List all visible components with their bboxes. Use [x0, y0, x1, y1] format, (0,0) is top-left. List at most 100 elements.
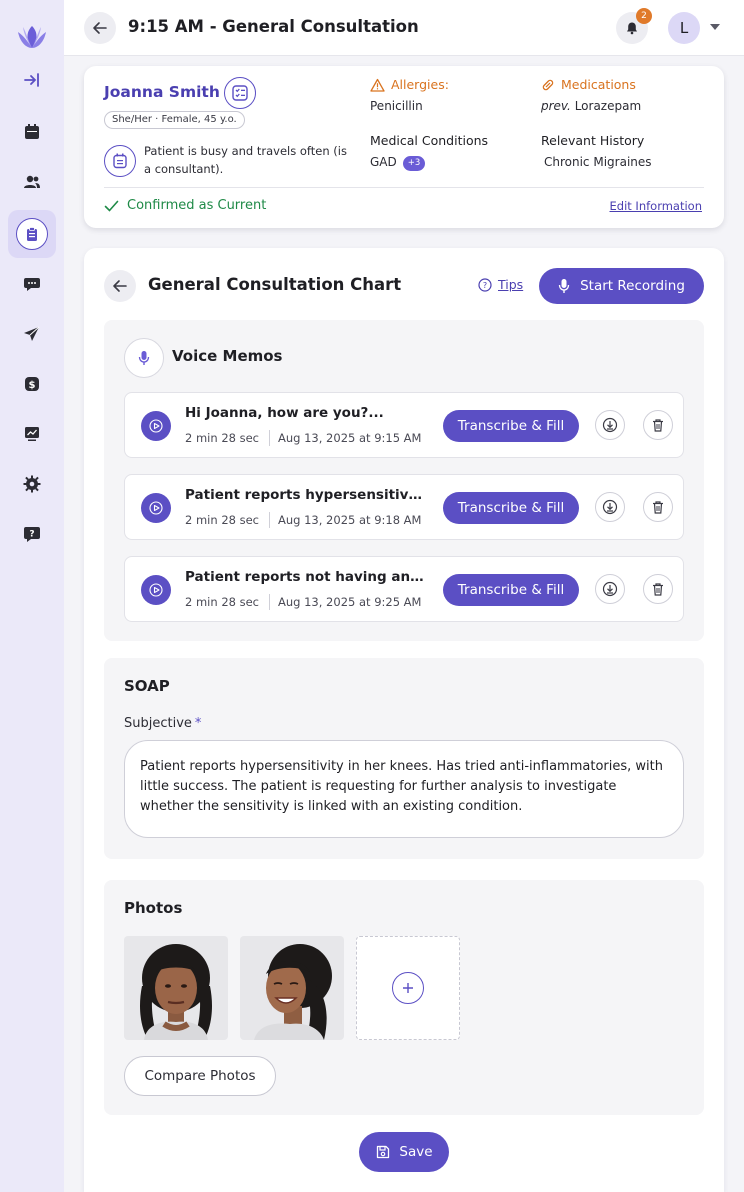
chart-icon	[25, 427, 39, 441]
sidebar-item-help[interactable]: ?	[8, 510, 56, 558]
history-label: Relevant History	[541, 133, 645, 148]
tips-link[interactable]: ? Tips	[478, 277, 523, 292]
meta-divider	[269, 512, 270, 528]
memo-duration: 2 min 28 sec	[185, 513, 259, 527]
allergies-value: Penicillin	[370, 99, 423, 113]
download-icon	[602, 417, 618, 433]
top-header: 9:15 AM - General Consultation 2 L	[64, 0, 744, 56]
svg-text:?: ?	[29, 530, 34, 540]
confirmed-status: Confirmed as Current	[104, 198, 266, 213]
add-photo-button[interactable]	[356, 936, 460, 1040]
chart-back-button[interactable]	[104, 270, 136, 302]
delete-button[interactable]	[643, 492, 673, 522]
patient-photo-side[interactable]	[240, 936, 344, 1040]
memo-date: Aug 13, 2025 at 9:25 AM	[278, 595, 422, 609]
sidebar-item-settings[interactable]	[8, 460, 56, 508]
paper-plane-icon	[24, 326, 40, 341]
calendar-icon	[25, 124, 39, 139]
bell-icon	[627, 22, 637, 35]
medications-name: Lorazepam	[574, 99, 642, 113]
delete-button[interactable]	[643, 574, 673, 604]
photos-section: Photos Compare Photos	[104, 880, 704, 1115]
memo-duration: 2 min 28 sec	[185, 595, 259, 609]
memo-meta: 2 min 28 sec Aug 13, 2025 at 9:18 AM	[185, 512, 421, 528]
memo-meta: 2 min 28 sec Aug 13, 2025 at 9:15 AM	[185, 430, 421, 446]
compare-photos-button[interactable]: Compare Photos	[124, 1056, 276, 1096]
tips-label: Tips	[498, 277, 524, 292]
memo-date: Aug 13, 2025 at 9:15 AM	[278, 431, 422, 445]
subjective-textarea[interactable]: Patient reports hypersensitivity in her …	[124, 740, 684, 838]
checkmark-icon	[104, 200, 119, 212]
play-button[interactable]	[141, 575, 171, 605]
trash-icon	[653, 419, 663, 432]
voice-memo-item: Patient reports hypersensitivity in her …	[124, 474, 684, 540]
medications-prefix: prev.	[541, 99, 571, 113]
chat-icon	[24, 278, 40, 291]
subjective-label-text: Subjective	[124, 716, 192, 731]
help-icon: ?	[24, 527, 40, 542]
sidebar-item-patients[interactable]	[8, 158, 56, 206]
medications-value: prev. Lorazepam	[541, 99, 641, 113]
microphone-icon	[558, 279, 570, 293]
voice-memo-item: Patient reports not having any... 2 min …	[124, 556, 684, 622]
floppy-disk-icon	[377, 1145, 390, 1159]
lotus-logo	[18, 26, 46, 48]
pill-icon	[542, 79, 554, 90]
download-icon	[602, 499, 618, 515]
edit-information-link[interactable]: Edit Information	[610, 199, 703, 213]
sidebar-item-collapse[interactable]	[8, 56, 56, 104]
play-button[interactable]	[141, 411, 171, 441]
voice-memo-item: Hi Joanna, how are you?... 2 min 28 sec …	[124, 392, 684, 458]
sidebar-item-messages[interactable]	[8, 260, 56, 308]
clipboard-icon	[27, 227, 37, 241]
memo-date: Aug 13, 2025 at 9:18 AM	[278, 513, 422, 527]
voice-memos-title: Voice Memos	[172, 347, 283, 365]
sidebar-item-calendar[interactable]	[8, 108, 56, 156]
download-button[interactable]	[595, 574, 625, 604]
conditions-label: Medical Conditions	[370, 133, 489, 148]
back-button[interactable]	[84, 12, 116, 44]
consultation-chart-panel: General Consultation Chart ? Tips Start …	[84, 248, 724, 1192]
download-button[interactable]	[595, 410, 625, 440]
play-button[interactable]	[141, 493, 171, 523]
chevron-down-icon[interactable]	[710, 24, 720, 30]
delete-button[interactable]	[643, 410, 673, 440]
sidebar-item-charts[interactable]	[8, 210, 56, 258]
play-icon	[149, 583, 163, 597]
play-icon	[149, 501, 163, 515]
svg-text:?: ?	[483, 281, 487, 290]
transcribe-fill-button[interactable]: Transcribe & Fill	[443, 574, 579, 606]
transcribe-fill-button[interactable]: Transcribe & Fill	[443, 492, 579, 524]
chart-title: General Consultation Chart	[148, 275, 402, 294]
users-icon	[24, 175, 40, 188]
arrow-left-icon	[93, 22, 107, 34]
download-icon	[602, 581, 618, 597]
warning-icon	[370, 78, 385, 92]
medications-label: Medications	[561, 77, 636, 92]
user-avatar[interactable]: L	[668, 12, 700, 44]
save-button[interactable]: Save	[359, 1132, 449, 1172]
memo-title: Patient reports hypersensitivity in her …	[185, 487, 425, 503]
patient-summary-card: Joanna Smith She/Her · Female, 45 y.o. P…	[84, 66, 724, 228]
download-button[interactable]	[595, 492, 625, 522]
patient-checklist-button[interactable]	[224, 77, 256, 109]
sidebar-item-analytics[interactable]	[8, 410, 56, 458]
gear-icon	[23, 475, 41, 493]
microphone-icon	[138, 351, 150, 365]
required-marker: *	[194, 716, 202, 731]
transcribe-fill-button[interactable]: Transcribe & Fill	[443, 410, 579, 442]
sidebar-item-billing[interactable]: $	[8, 360, 56, 408]
arrow-left-icon	[113, 280, 127, 292]
page-title: 9:15 AM - General Consultation	[128, 17, 419, 36]
patient-photo-front[interactable]	[124, 936, 228, 1040]
start-recording-button[interactable]: Start Recording	[539, 268, 704, 304]
memo-title: Patient reports not having any...	[185, 569, 425, 585]
conditions-more-badge[interactable]: +3	[402, 156, 426, 171]
patient-demographics-pill: She/Her · Female, 45 y.o.	[104, 111, 245, 129]
trash-icon	[653, 501, 663, 514]
conditions-text: GAD	[370, 155, 397, 169]
soap-section: SOAP Subjective * Patient reports hyperse…	[104, 658, 704, 859]
sidebar-item-send[interactable]	[8, 310, 56, 358]
history-value: Chronic Migraines	[544, 155, 652, 169]
note-icon-wrapper	[104, 145, 136, 177]
